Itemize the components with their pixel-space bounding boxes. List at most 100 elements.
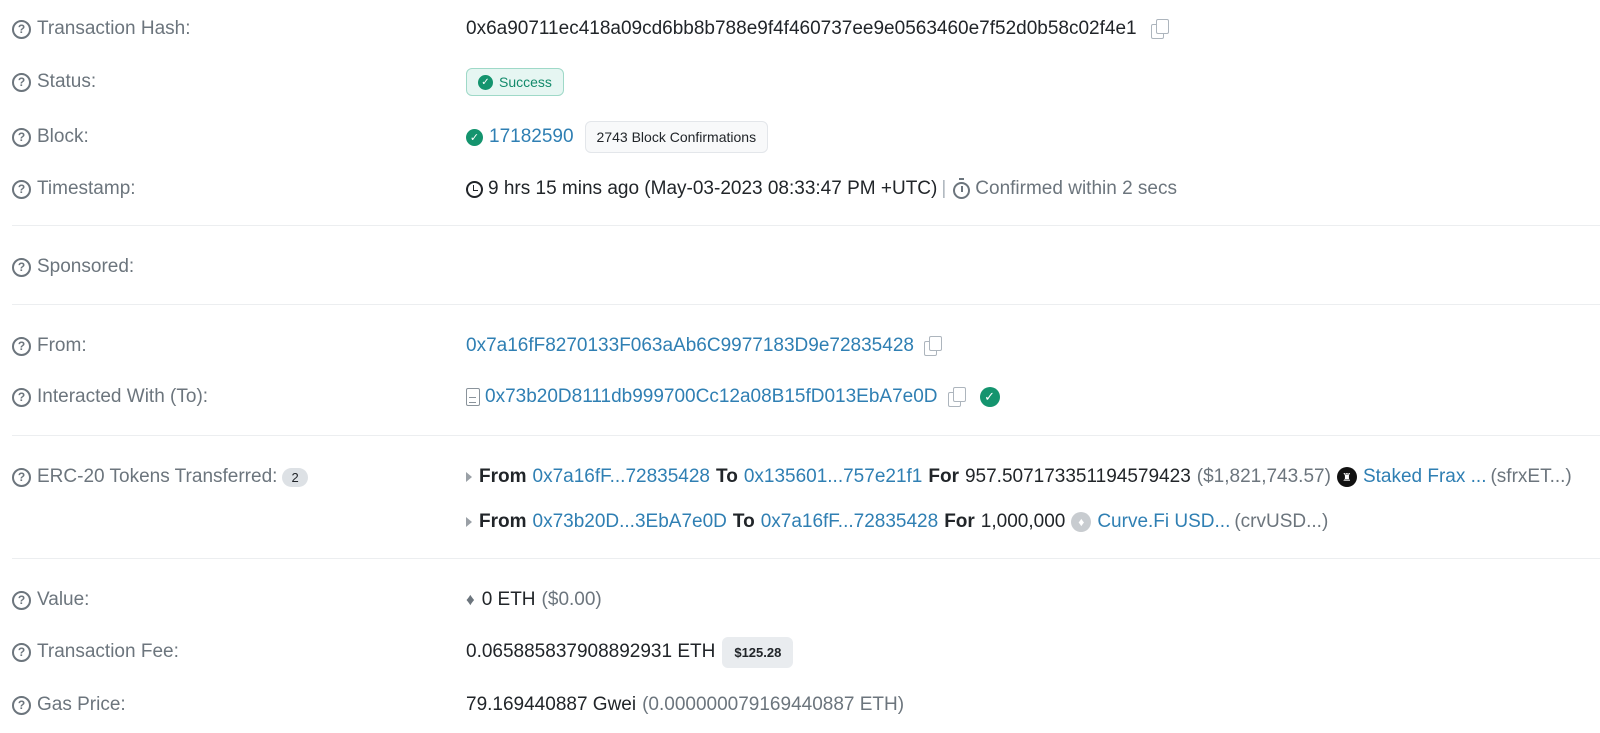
from-address-link[interactable]: 0x7a16fF8270133F063aAb6C9977183D9e728354… bbox=[466, 335, 914, 357]
from-word: From bbox=[479, 511, 527, 532]
label-text: Status: bbox=[37, 71, 97, 92]
label-gas-price: ? Gas Price: bbox=[12, 694, 126, 716]
transfer-from-link[interactable]: 0x73b20D...3EbA7e0D bbox=[533, 511, 727, 533]
verified-contract-icon: ✓ bbox=[979, 387, 1000, 407]
copy-icon[interactable] bbox=[1150, 19, 1169, 39]
row-erc20-transfers: ? ERC-20 Tokens Transferred: 2 From 0x7a… bbox=[0, 464, 1600, 490]
check-circle-icon: ✓ bbox=[466, 128, 483, 146]
row-interacted-with: ? Interacted With (To): 0x73b20D8111db99… bbox=[0, 384, 1600, 410]
transaction-details-panel: ? Transaction Hash: 0x6a90711ec418a09cd6… bbox=[0, 0, 1600, 733]
transfer-from-link[interactable]: 0x7a16fF...72835428 bbox=[533, 466, 711, 488]
clock-icon bbox=[466, 180, 483, 198]
block-confirmations-badge: 2743 Block Confirmations bbox=[584, 121, 769, 153]
label-text: Block: bbox=[37, 126, 89, 147]
transfer-amount: 1,000,000 bbox=[980, 511, 1066, 532]
help-icon[interactable]: ? bbox=[12, 19, 31, 39]
token-name-link[interactable]: Curve.Fi USD... bbox=[1097, 511, 1230, 533]
to-word: To bbox=[732, 511, 755, 532]
label-text: Value: bbox=[37, 589, 90, 610]
token-symbol: (crvUSD...) bbox=[1234, 511, 1329, 532]
erc20-transfer-item: From 0x7a16fF...72835428 To 0x135601...7… bbox=[466, 466, 1572, 488]
stopwatch-icon bbox=[953, 177, 971, 199]
help-icon[interactable]: ? bbox=[12, 695, 31, 715]
row-transaction-hash: ? Transaction Hash: 0x6a90711ec418a09cd6… bbox=[0, 16, 1600, 42]
for-word: For bbox=[944, 511, 975, 532]
label-sponsored: ? Sponsored: bbox=[12, 256, 134, 278]
label-erc20: ? ERC-20 Tokens Transferred: 2 bbox=[12, 466, 308, 488]
row-value: ? Value: ♦ 0 ETH ($0.00) bbox=[0, 587, 1600, 613]
row-erc20-transfer-2: From 0x73b20D...3EbA7e0D To 0x7a16fF...7… bbox=[0, 509, 1600, 535]
gas-price-eth: (0.000000079169440887 ETH) bbox=[642, 694, 905, 715]
gas-price-gwei: 79.169440887 Gwei bbox=[466, 694, 637, 715]
value-usd: ($0.00) bbox=[541, 589, 602, 610]
value-amount: 0 ETH bbox=[481, 589, 536, 610]
for-word: For bbox=[928, 466, 959, 487]
value-from: 0x7a16fF8270133F063aAb6C9977183D9e728354… bbox=[466, 335, 942, 357]
help-icon[interactable]: ? bbox=[12, 72, 31, 92]
value-status: ✓ Success bbox=[466, 68, 564, 96]
block-number-link[interactable]: 17182590 bbox=[489, 126, 574, 148]
divider bbox=[12, 225, 1600, 226]
separator: | bbox=[941, 178, 947, 199]
transfer-to-link[interactable]: 0x135601...757e21f1 bbox=[744, 466, 923, 488]
label-text: Timestamp: bbox=[37, 178, 136, 199]
value-interacted-with: 0x73b20D8111db999700Cc12a08B15fD013EbA7e… bbox=[466, 386, 1006, 408]
row-transaction-fee: ? Transaction Fee: 0.065885837908892931 … bbox=[0, 636, 1600, 668]
transfer-to-link[interactable]: 0x7a16fF...72835428 bbox=[761, 511, 939, 533]
transfer-amount: 957.507173351194579423 bbox=[964, 466, 1191, 487]
copy-icon[interactable] bbox=[947, 387, 966, 407]
crvusd-token-icon: ♦ bbox=[1071, 512, 1092, 532]
help-icon[interactable]: ? bbox=[12, 127, 31, 147]
token-symbol: (sfrxET...) bbox=[1490, 466, 1572, 487]
timestamp-text: 9 hrs 15 mins ago (May-03-2023 08:33:47 … bbox=[488, 178, 938, 199]
value-block: ✓ 17182590 2743 Block Confirmations bbox=[466, 121, 769, 153]
label-text: Transaction Hash: bbox=[37, 18, 191, 39]
help-icon[interactable]: ? bbox=[12, 336, 31, 356]
row-status: ? Status: ✓ Success bbox=[0, 66, 1600, 98]
transfer-usd-value: ($1,821,743.57) bbox=[1196, 466, 1331, 487]
row-from: ? From: 0x7a16fF8270133F063aAb6C9977183D… bbox=[0, 333, 1600, 359]
value-value: ♦ 0 ETH ($0.00) bbox=[466, 589, 602, 611]
token-name-link[interactable]: Staked Frax ... bbox=[1363, 466, 1487, 488]
to-word: To bbox=[716, 466, 738, 487]
divider bbox=[12, 435, 1600, 436]
help-icon[interactable]: ? bbox=[12, 642, 31, 662]
label-transaction-fee: ? Transaction Fee: bbox=[12, 641, 179, 663]
help-icon[interactable]: ? bbox=[12, 387, 31, 407]
copy-icon[interactable] bbox=[923, 336, 942, 356]
ethereum-icon: ♦ bbox=[466, 590, 475, 609]
help-icon[interactable]: ? bbox=[12, 179, 31, 199]
label-text: Gas Price: bbox=[37, 694, 126, 715]
value-transaction-hash: 0x6a90711ec418a09cd6bb8b788e9f4f460737ee… bbox=[466, 18, 1169, 40]
label-text: ERC-20 Tokens Transferred: bbox=[37, 466, 278, 487]
row-sponsored: ? Sponsored: bbox=[0, 254, 1600, 280]
fee-usd-badge: $125.28 bbox=[722, 636, 794, 668]
value-gas-price: 79.169440887 Gwei (0.000000079169440887 … bbox=[466, 694, 904, 716]
to-address-link[interactable]: 0x73b20D8111db999700Cc12a08B15fD013EbA7e… bbox=[485, 386, 938, 408]
label-text: From: bbox=[37, 335, 87, 356]
sfrxeth-token-icon: ♜ bbox=[1336, 467, 1357, 487]
value-timestamp: 9 hrs 15 mins ago (May-03-2023 08:33:47 … bbox=[466, 177, 1177, 200]
divider bbox=[12, 558, 1600, 559]
label-interacted-with: ? Interacted With (To): bbox=[12, 386, 208, 408]
label-status: ? Status: bbox=[12, 71, 96, 93]
label-text: Interacted With (To): bbox=[37, 386, 209, 407]
caret-right-icon[interactable] bbox=[466, 517, 472, 527]
caret-right-icon[interactable] bbox=[466, 472, 472, 482]
label-value: ? Value: bbox=[12, 589, 89, 611]
fee-amount: 0.065885837908892931 ETH bbox=[466, 641, 716, 662]
label-from: ? From: bbox=[12, 335, 87, 357]
label-timestamp: ? Timestamp: bbox=[12, 178, 136, 200]
label-text: Sponsored: bbox=[37, 256, 135, 277]
status-badge: ✓ Success bbox=[466, 68, 564, 96]
confirmed-within-text: Confirmed within 2 secs bbox=[975, 178, 1177, 199]
row-gas-price: ? Gas Price: 79.169440887 Gwei (0.000000… bbox=[0, 692, 1600, 718]
help-icon[interactable]: ? bbox=[12, 257, 31, 277]
label-transaction-hash: ? Transaction Hash: bbox=[12, 18, 190, 40]
check-circle-icon: ✓ bbox=[478, 74, 493, 90]
value-transaction-fee: 0.065885837908892931 ETH $125.28 bbox=[466, 636, 794, 668]
help-icon[interactable]: ? bbox=[12, 590, 31, 610]
help-icon[interactable]: ? bbox=[12, 467, 31, 487]
transaction-hash: 0x6a90711ec418a09cd6bb8b788e9f4f460737ee… bbox=[466, 18, 1137, 39]
erc20-transfer-item: From 0x73b20D...3EbA7e0D To 0x7a16fF...7… bbox=[466, 511, 1328, 533]
